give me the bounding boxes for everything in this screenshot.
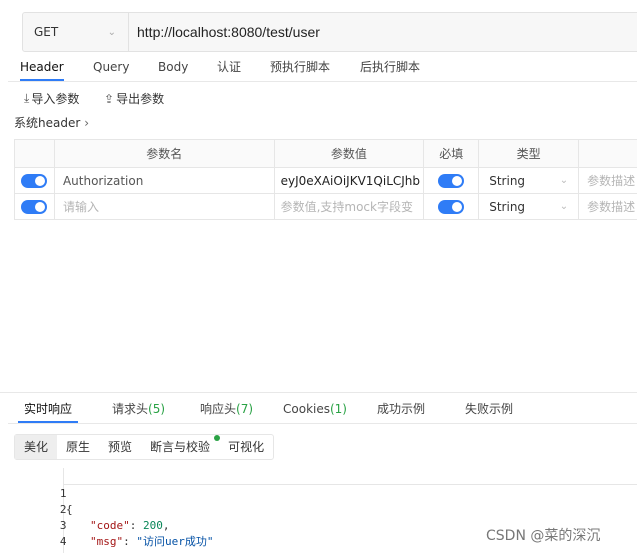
tab-query[interactable]: Query	[93, 56, 129, 81]
chevron-down-icon: ⌄	[559, 175, 569, 186]
line-number: 2	[59, 503, 67, 516]
download-icon: ⤓	[24, 91, 30, 105]
tab-count: (5)	[148, 402, 166, 416]
param-value-input[interactable]: 参数值,支持mock字段变	[275, 194, 425, 219]
enable-toggle[interactable]	[21, 173, 48, 188]
tab-request-headers[interactable]: 请求头(5)	[112, 398, 165, 423]
code-line: 4 }	[0, 518, 73, 553]
chevron-down-icon: ⌄	[559, 201, 569, 212]
view-mode-pretty[interactable]: 美化	[15, 435, 58, 459]
system-header-label: 系统header	[14, 116, 81, 130]
view-mode-visualize[interactable]: 可视化	[219, 435, 273, 459]
view-mode-assertion[interactable]: 断言与校验	[141, 435, 221, 459]
tab-count: (7)	[236, 402, 254, 416]
params-table: 参数名 参数值 必填 类型 Authorization eyJ0eXAiOiJK…	[14, 139, 637, 220]
tab-live-response[interactable]: 实时响应	[18, 398, 79, 423]
tab-label: 实时响应	[24, 402, 73, 416]
required-toggle[interactable]	[438, 199, 465, 214]
header-cell-value: 参数值	[275, 140, 425, 167]
header-cell-type: 类型	[479, 140, 580, 167]
line-number: 4	[59, 535, 67, 548]
header-cell-desc	[579, 140, 637, 167]
view-mode-preview[interactable]: 预览	[99, 435, 141, 459]
tab-auth[interactable]: 认证	[217, 56, 241, 81]
divider	[64, 484, 637, 485]
tab-count: (1)	[329, 402, 347, 416]
type-value: String	[489, 173, 526, 188]
json-key: "code"	[90, 519, 130, 532]
export-params-button[interactable]: ⇪ 导出参数	[104, 90, 164, 107]
param-name-input[interactable]: 请输入	[55, 194, 275, 219]
required-toggle[interactable]	[438, 173, 465, 188]
view-mode-group: 美化 原生 预览 断言与校验 可视化	[14, 434, 275, 460]
export-label: 导出参数	[116, 92, 165, 106]
type-value: String	[489, 199, 526, 214]
tab-label: 响应头	[200, 402, 237, 416]
view-mode-assertion-label: 断言与校验	[150, 440, 211, 454]
request-bar: GET ⌄ http://localhost:8080/test/user	[22, 12, 637, 52]
line-number: 1	[59, 487, 67, 500]
tab-post-script[interactable]: 后执行脚本	[360, 56, 420, 81]
enable-cell	[15, 194, 55, 219]
tab-response-headers[interactable]: 响应头(7)	[200, 398, 253, 423]
watermark: CSDN @菜的深沉	[486, 528, 601, 544]
line-number: 3	[59, 519, 67, 532]
chevron-right-icon: ›	[84, 116, 90, 130]
tab-label: Cookies	[283, 402, 330, 416]
json-key: "msg"	[90, 535, 124, 548]
url-input[interactable]: http://localhost:8080/test/user	[129, 13, 637, 51]
header-cell-name: 参数名	[55, 140, 275, 167]
json-value: 200	[143, 519, 163, 532]
request-tabs: Header Query Body 认证 预执行脚本 后执行脚本	[8, 56, 637, 82]
required-cell	[424, 168, 480, 193]
type-select[interactable]: String ⌄	[479, 168, 580, 193]
param-desc-input[interactable]: 参数描述	[579, 168, 637, 193]
divider	[0, 392, 637, 393]
tab-pre-script[interactable]: 预执行脚本	[270, 56, 330, 81]
tab-body[interactable]: Body	[158, 56, 188, 81]
import-params-button[interactable]: ⤓ 导入参数	[24, 90, 79, 107]
tab-cookies[interactable]: Cookies(1)	[283, 398, 347, 423]
method-value: GET	[34, 25, 59, 39]
system-header-toggle[interactable]: 系统header ›	[14, 114, 89, 131]
tab-label: 成功示例	[377, 402, 426, 416]
required-cell	[424, 194, 480, 219]
table-header-row: 参数名 参数值 必填 类型	[15, 140, 637, 168]
code-text: {	[66, 503, 73, 516]
header-cell-required: 必填	[424, 140, 480, 167]
tab-header[interactable]: Header	[20, 56, 64, 81]
table-row: 请输入 参数值,支持mock字段变 String ⌄ 参数描述	[15, 194, 637, 220]
upload-icon: ⇪	[104, 91, 115, 106]
code-line: 3 "msg": "访问uer成功"	[0, 502, 214, 548]
import-label: 导入参数	[31, 92, 80, 106]
code-line: 2 "code": 200,	[0, 486, 170, 532]
table-row: Authorization eyJ0eXAiOiJKV1QiLCJhb Stri…	[15, 168, 637, 194]
type-select[interactable]: String ⌄	[479, 194, 580, 219]
tab-failure-example[interactable]: 失败示例	[465, 398, 513, 423]
param-value-input[interactable]: eyJ0eXAiOiJKV1QiLCJhb	[275, 168, 425, 193]
tab-label: 请求头	[112, 402, 149, 416]
view-mode-raw[interactable]: 原生	[57, 435, 99, 459]
header-cell-enable	[15, 140, 55, 167]
param-name-input[interactable]: Authorization	[55, 168, 275, 193]
param-desc-input[interactable]: 参数描述	[579, 194, 637, 219]
code-line: 1 {	[0, 470, 73, 516]
tab-label: 失败示例	[465, 402, 514, 416]
enable-toggle[interactable]	[21, 199, 48, 214]
chevron-down-icon: ⌄	[107, 26, 116, 38]
response-tabs: 实时响应 请求头(5) 响应头(7) Cookies(1) 成功示例 失败示例	[8, 398, 637, 424]
enable-cell	[15, 168, 55, 193]
tab-success-example[interactable]: 成功示例	[377, 398, 425, 423]
method-select[interactable]: GET ⌄	[23, 13, 129, 51]
json-value: "访问uer成功"	[136, 535, 214, 548]
